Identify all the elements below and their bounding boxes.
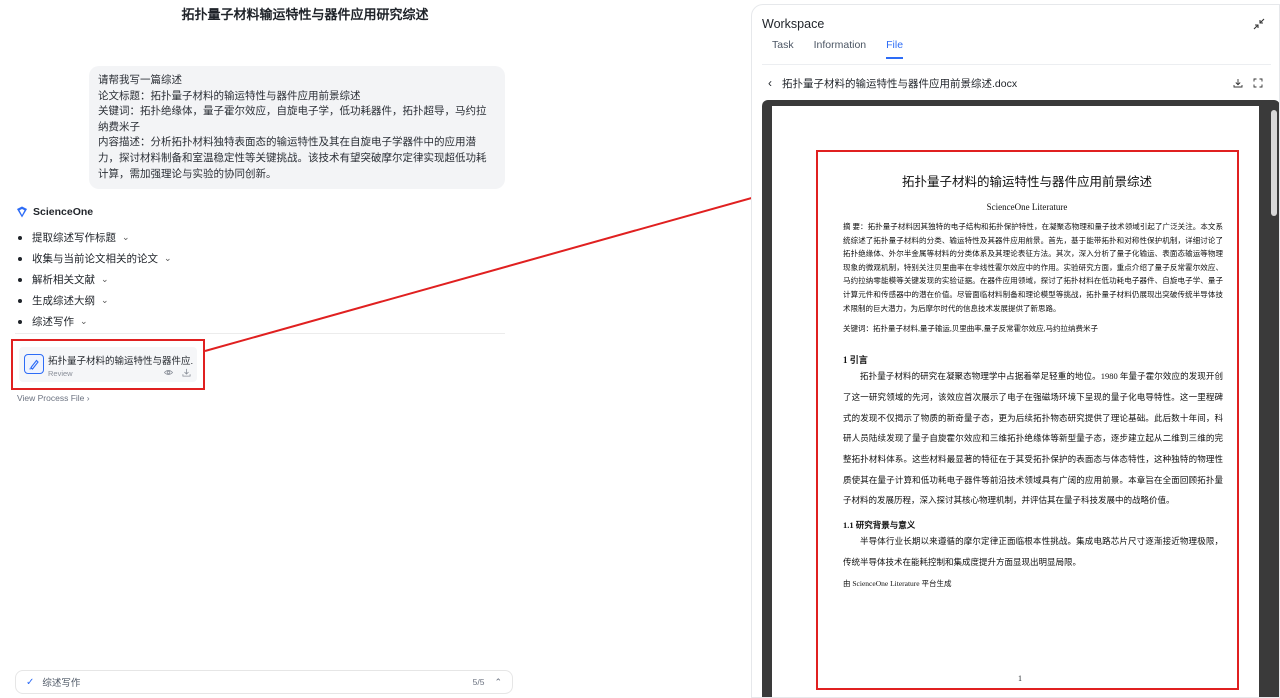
assistant-name: ScienceOne <box>33 206 94 218</box>
download-icon[interactable] <box>182 368 191 377</box>
document-tools <box>1233 78 1263 88</box>
step-count: 5/5 <box>472 677 485 687</box>
tab-task[interactable]: Task <box>772 39 794 59</box>
chevron-down-icon: ⌄ <box>101 274 109 284</box>
workspace-tabs: Task Information File <box>772 39 904 59</box>
collapse-icon[interactable] <box>1253 18 1265 30</box>
assistant-header: ScienceOne <box>16 206 93 218</box>
step-label: 提取综述写作标题 <box>32 232 116 244</box>
document-filename: 拓扑量子材料的输运特性与器件应用前景综述.docx <box>782 77 1018 90</box>
chevron-right-icon: › <box>86 393 90 403</box>
divider <box>15 333 505 334</box>
step-label: 生成综述大纲 <box>32 295 95 307</box>
bullet-icon <box>18 298 22 303</box>
scienceone-logo-icon <box>17 206 27 218</box>
step-item[interactable]: 收集与当前论文相关的论文 ⌄ <box>18 248 172 269</box>
step-label: 收集与当前论文相关的论文 <box>32 253 158 265</box>
step-item[interactable]: 解析相关文献 ⌄ <box>18 269 172 290</box>
scrollbar[interactable] <box>1271 110 1277 216</box>
document-pen-icon <box>24 354 44 374</box>
download-icon[interactable] <box>1233 78 1243 88</box>
chevron-down-icon: ⌄ <box>80 316 88 326</box>
bullet-icon <box>18 277 22 282</box>
user-message-line: 请帮我写一篇综述 <box>98 74 182 86</box>
highlight-frame <box>816 150 1239 690</box>
file-type: Review <box>48 369 73 378</box>
view-process-label: View Process File <box>17 393 85 403</box>
user-message-line: 论文标题：拓扑量子材料的输运特性与器件应用前景综述 <box>98 89 361 102</box>
chevron-down-icon: ⌄ <box>101 295 109 305</box>
file-card-body[interactable]: 拓扑量子材料的输运特性与器件应... Review <box>19 347 197 382</box>
chevron-down-icon: ⌄ <box>164 253 172 263</box>
step-item[interactable]: 综述写作 ⌄ <box>18 311 172 332</box>
document-viewer[interactable]: 拓扑量子材料的输运特性与器件应用前景综述 ScienceOne Literatu… <box>762 100 1279 697</box>
step-label: 解析相关文献 <box>32 274 95 286</box>
document-page: 拓扑量子材料的输运特性与器件应用前景综述 ScienceOne Literatu… <box>772 106 1259 697</box>
chevron-down-icon: ⌄ <box>122 232 130 242</box>
status-label: 综述写作 <box>42 678 81 689</box>
bullet-icon <box>18 235 22 240</box>
file-actions <box>164 368 191 377</box>
file-card[interactable]: 拓扑量子材料的输运特性与器件应... Review <box>11 339 205 390</box>
bullet-icon <box>18 319 22 324</box>
chevron-up-icon[interactable]: ⌃ <box>494 677 502 688</box>
chat-title: 拓扑量子材料输运特性与器件应用研究综述 <box>181 7 429 22</box>
bullet-icon <box>18 256 22 261</box>
check-icon: ✓ <box>26 676 35 688</box>
tab-file[interactable]: File <box>886 39 904 59</box>
back-arrow-icon[interactable]: ‹ <box>768 76 772 90</box>
tab-information[interactable]: Information <box>814 39 867 59</box>
step-item[interactable]: 提取综述写作标题 ⌄ <box>18 227 172 248</box>
fullscreen-icon[interactable] <box>1253 78 1263 88</box>
step-list: 提取综述写作标题 ⌄ 收集与当前论文相关的论文 ⌄ 解析相关文献 ⌄ 生成综述大纲 ⌄ … <box>18 227 172 332</box>
view-process-link[interactable]: View Process File › <box>17 393 90 403</box>
document-header: ‹ 拓扑量子材料的输运特性与器件应用前景综述.docx <box>768 72 1263 94</box>
tabs-divider <box>762 64 1271 65</box>
eye-icon[interactable] <box>164 368 173 377</box>
file-name: 拓扑量子材料的输运特性与器件应... <box>48 356 194 367</box>
task-status-bar[interactable]: ✓ 综述写作 5/5 ⌃ <box>15 670 513 694</box>
user-message-line: 关键词：拓扑绝缘体，量子霍尔效应，自旋电子学，低功耗器件，拓扑超导，马约拉纳费米… <box>98 105 487 133</box>
user-message: 请帮我写一篇综述 论文标题：拓扑量子材料的输运特性与器件应用前景综述 关键词：拓… <box>89 66 505 189</box>
workspace-panel: Workspace Task Information File ‹ 拓扑量子材料… <box>751 4 1280 698</box>
user-message-line: 内容描述：分析拓扑材料独特表面态的输运特性及其在自旋电子学器件中的应用潜力，探讨… <box>98 136 487 180</box>
step-item[interactable]: 生成综述大纲 ⌄ <box>18 290 172 311</box>
workspace-title: Workspace <box>762 17 825 31</box>
step-label: 综述写作 <box>32 316 74 328</box>
